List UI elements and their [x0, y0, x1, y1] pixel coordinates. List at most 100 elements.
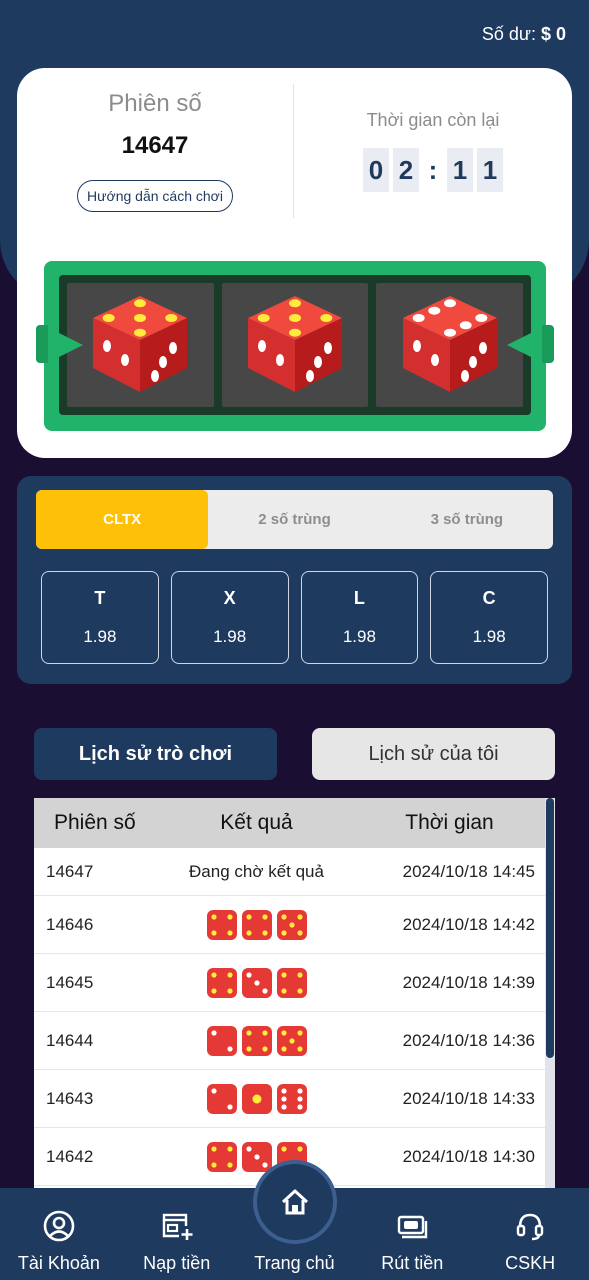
bet-option-c[interactable]: C 1.98: [430, 571, 548, 664]
guide-button[interactable]: Hướng dẫn cách chơi: [77, 180, 233, 212]
dice-4-icon: [206, 909, 237, 940]
session-card: Phiên số 14647 Hướng dẫn cách chơi Thời …: [17, 68, 572, 458]
tab-cltx[interactable]: CLTX: [36, 490, 209, 549]
tab-my-history[interactable]: Lịch sử của tôi: [312, 728, 555, 780]
dice-slot: [376, 283, 524, 407]
session-label: Phiên số: [108, 90, 202, 117]
row-session: 14643: [46, 1088, 94, 1108]
session-number: 14647: [121, 132, 189, 159]
bet-option-name: L: [353, 588, 365, 608]
dice-4-icon: [276, 967, 307, 998]
row-session: 14644: [46, 1030, 94, 1050]
row-time: 2024/10/18 14:33: [402, 1088, 535, 1108]
row-session: 14645: [46, 972, 94, 992]
scrollbar-thumb[interactable]: [546, 798, 554, 1058]
nav-account[interactable]: Tài Khoản: [0, 1188, 118, 1280]
table-row: 14645 2024/10/18 14:39: [34, 954, 545, 1012]
row-time: 2024/10/18 14:39: [402, 972, 535, 992]
dice-slots: [59, 275, 531, 415]
bet-option-t[interactable]: T 1.98: [41, 571, 159, 664]
row-session: 14647: [46, 861, 94, 881]
dice-icon: [240, 288, 350, 403]
store-add-icon: [162, 1213, 193, 1240]
dice-1-icon: [241, 1083, 272, 1114]
countdown-timer: 0 2 : 1 1: [294, 148, 572, 192]
row-time: 2024/10/18 14:36: [402, 1030, 535, 1050]
timer-digit: 2: [393, 148, 419, 192]
nav-deposit[interactable]: Nạp tiền: [118, 1188, 236, 1280]
dice-2-icon: [206, 1083, 237, 1114]
bet-option-rate: 1.98: [472, 627, 506, 646]
timer-digit: 1: [477, 148, 503, 192]
column-header: Thời gian: [405, 811, 494, 834]
row-time: 2024/10/18 14:42: [402, 914, 535, 934]
history-table: Phiên số Kết quả Thời gian 14647 Đang ch…: [34, 798, 555, 1190]
tab-game-history[interactable]: Lịch sử trò chơi: [34, 728, 277, 780]
wallet-icon: [398, 1215, 428, 1239]
balance-display: Số dư: $ 0: [482, 24, 566, 45]
row-result-pending: Đang chờ kết quả: [189, 861, 324, 881]
row-time: 2024/10/18 14:30: [402, 1146, 535, 1166]
session-info: Phiên số 14647 Hướng dẫn cách chơi: [17, 90, 293, 212]
dice-4-icon: [241, 909, 272, 940]
dice-6-icon: [276, 1083, 307, 1114]
bet-option-rate: 1.98: [342, 627, 376, 646]
countdown: Thời gian còn lại 0 2 : 1 1: [294, 110, 572, 192]
machine-left-handle: [36, 325, 48, 363]
balance-label: Số dư:: [481, 24, 536, 44]
table-header: Phiên số Kết quả Thời gian: [34, 798, 545, 848]
bet-option-name: C: [482, 588, 496, 608]
pointer-right-icon: [507, 333, 531, 357]
column-header: Phiên số: [54, 811, 136, 834]
table-row: 14644 2024/10/18 14:36: [34, 1012, 545, 1070]
nav-support[interactable]: CSKH: [471, 1188, 589, 1280]
bet-option-name: T: [94, 588, 106, 608]
dice-4-icon: [206, 1141, 237, 1172]
tab-3-so-trung[interactable]: 3 số trùng: [381, 490, 553, 549]
row-result-dice: [159, 1083, 354, 1114]
row-result-dice: [159, 967, 354, 998]
nav-label: CSKH: [505, 1253, 556, 1273]
user-circle-icon: [43, 1210, 75, 1242]
row-session: 14646: [46, 914, 94, 934]
time-remaining-label: Thời gian còn lại: [366, 110, 500, 130]
bet-option-name: X: [223, 588, 236, 608]
timer-separator: :: [428, 154, 438, 185]
bet-panel: CLTX 2 số trùng 3 số trùng T 1.98 X 1.98…: [17, 476, 572, 684]
tab-2-so-trung[interactable]: 2 số trùng: [208, 490, 380, 549]
nav-withdraw[interactable]: Rút tiền: [353, 1188, 471, 1280]
table-scrollbar[interactable]: [545, 798, 555, 1190]
row-result-dice: [159, 909, 354, 940]
bet-option-rate: 1.98: [83, 627, 117, 646]
pointer-left-icon: [59, 333, 83, 357]
bet-option-l[interactable]: L 1.98: [300, 571, 419, 664]
nav-label: Nạp tiền: [143, 1253, 211, 1273]
home-button[interactable]: [253, 1160, 337, 1244]
timer-digit: 1: [447, 148, 473, 192]
headset-icon: [516, 1213, 544, 1241]
nav-label: Rút tiền: [381, 1253, 444, 1273]
bet-option-rate: 1.98: [213, 627, 247, 646]
dice-3-icon: [241, 1141, 272, 1172]
row-result-dice: [159, 1025, 354, 1056]
timer-digit: 0: [363, 148, 389, 192]
home-icon: [281, 1189, 309, 1215]
dice-3-icon: [241, 967, 272, 998]
table-body: 14647 Đang chờ kết quả 2024/10/18 14:45 …: [34, 848, 555, 1186]
table-row: 14647 Đang chờ kết quả 2024/10/18 14:45: [34, 848, 545, 896]
dice-slot: [67, 283, 214, 407]
bet-option-x[interactable]: X 1.98: [170, 571, 289, 664]
table-row: 14646 2024/10/18 14:42: [34, 896, 545, 954]
dice-icon: [85, 288, 195, 403]
column-header: Kết quả: [220, 811, 293, 834]
dice-2-icon: [206, 1025, 237, 1056]
balance-value: $ 0: [540, 24, 566, 44]
nav-label: Trang chủ: [254, 1253, 335, 1273]
row-time: 2024/10/18 14:45: [402, 861, 535, 881]
nav-label: Tài Khoản: [17, 1253, 100, 1273]
bet-type-tabs: CLTX 2 số trùng 3 số trùng: [36, 490, 553, 549]
dice-5-icon: [276, 1025, 307, 1056]
dice-4-icon: [241, 1025, 272, 1056]
table-row: 14643 2024/10/18 14:33: [34, 1070, 545, 1128]
row-result-dice: [159, 1141, 354, 1172]
